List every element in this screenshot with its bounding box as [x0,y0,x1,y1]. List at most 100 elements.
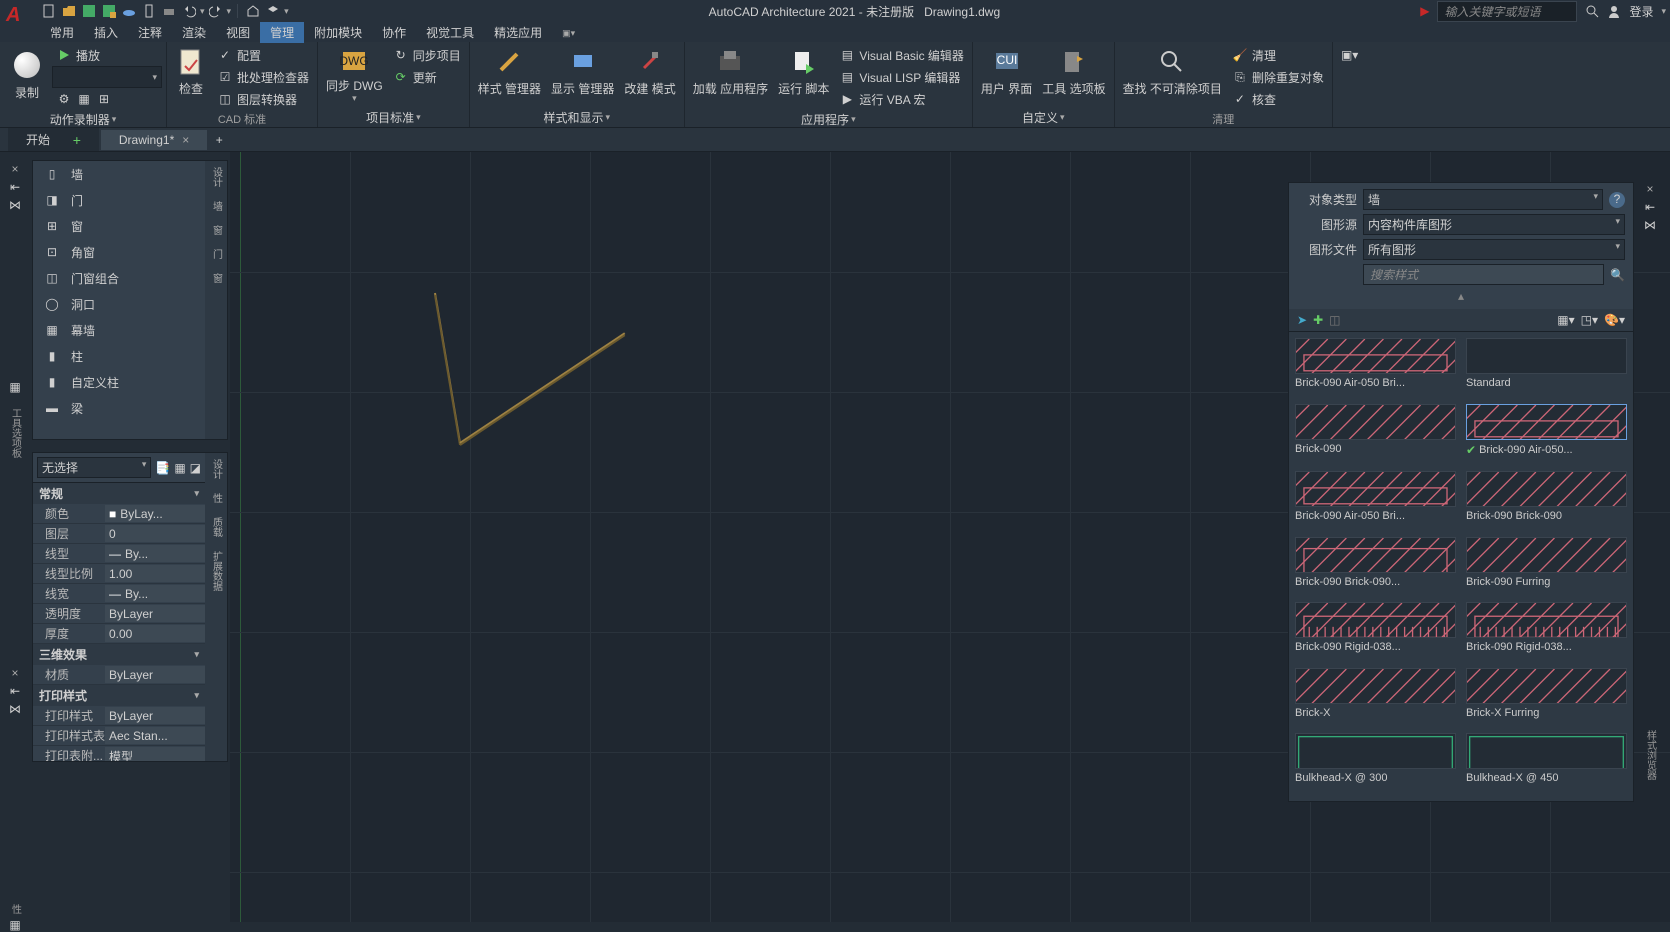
recorder-dropdown[interactable]: ▾ [52,66,162,88]
find-unpurgeable-button[interactable]: 查找 不可清除项目 [1119,44,1226,99]
update-button[interactable]: ⟳更新 [389,66,465,88]
style-item-0[interactable]: Brick-090 Air-050 Bri... [1295,338,1456,400]
new-tab-button[interactable]: + [209,133,229,147]
style-item-4[interactable]: Brick-090 Air-050 Bri... [1295,471,1456,533]
save-icon[interactable] [80,2,98,20]
record-button[interactable]: 录制 [4,44,50,103]
style-item-12[interactable]: Bulkhead-X @ 300 [1295,733,1456,795]
audit-button[interactable]: ✓核查 [1228,88,1328,110]
menu-9[interactable]: 精选应用 [484,22,552,43]
plotattach-value[interactable]: 模型 [105,747,205,761]
style-manager-button[interactable]: 样式 管理器 [474,44,545,99]
tab-start[interactable]: 开始 + [8,128,99,151]
palette-item-9[interactable]: ▬梁 [33,395,205,421]
palette-tab-1[interactable]: 墙 [209,201,224,211]
prop-thick[interactable]: 0.00 [105,625,205,642]
close-icon[interactable]: × [182,133,189,147]
plotstyle-value[interactable]: ByLayer [105,707,205,724]
palette-pin-icon[interactable]: ⇤ [10,180,20,194]
run-script-button[interactable]: 运行 脚本 [774,44,833,99]
palette-item-8[interactable]: ▮自定义柱 [33,369,205,395]
menu-3[interactable]: 渲染 [172,22,216,43]
layer-translator-button[interactable]: ◫图层转换器 [213,88,313,110]
redo-dropdown[interactable]: ▾ [227,6,232,17]
style-item-8[interactable]: Brick-090 Rigid-038... [1295,602,1456,664]
rail-icon-2[interactable]: ▦ [9,918,20,932]
plottable-value[interactable]: Aec Stan... [105,727,205,744]
delete-dup-button[interactable]: ⎘删除重复对象 [1228,66,1328,88]
cloud-icon[interactable] [120,2,138,20]
group-general[interactable]: 常规▾ [33,483,205,504]
menu-6[interactable]: 附加模块 [304,22,372,43]
palette-item-6[interactable]: ▦幕墙 [33,317,205,343]
group-print[interactable]: 打印样式▾ [33,685,205,706]
search-input[interactable]: 输入关键字或短语 [1437,1,1577,22]
props-tab-0[interactable]: 设计 [209,459,224,479]
prop-lwt[interactable]: — By... [105,585,205,602]
color-icon[interactable]: 🎨▾ [1604,313,1625,327]
layer-icon[interactable] [264,2,282,20]
style-item-5[interactable]: Brick-090 Brick-090 [1466,471,1627,533]
new-icon[interactable] [40,2,58,20]
redo-icon[interactable] [207,2,225,20]
group-3d[interactable]: 三维效果▾ [33,644,205,665]
material-value[interactable]: ByLayer [105,666,205,683]
style-item-2[interactable]: Brick-090 [1295,404,1456,468]
style-search-input[interactable]: 搜索样式 [1363,264,1604,285]
props-close-icon[interactable]: × [11,666,18,680]
palette-item-0[interactable]: ▯墙 [33,161,205,187]
run-vba-button[interactable]: ▶运行 VBA 宏 [835,88,967,110]
drawing-source-select[interactable]: 内容构件库图形▾ [1363,214,1625,235]
props-tab-3[interactable]: 扩展数据 [209,551,224,591]
rec-opts[interactable]: ⚙▦⊞ [52,88,162,110]
print-icon[interactable] [160,2,178,20]
style-item-6[interactable]: Brick-090 Brick-090... [1295,537,1456,599]
object-icon[interactable]: ◪ [190,461,201,475]
style-item-10[interactable]: Brick-X [1295,668,1456,730]
help-icon[interactable]: ? [1609,192,1625,208]
saveas-icon[interactable] [100,2,118,20]
palette-item-5[interactable]: ◯洞口 [33,291,205,317]
props-anchor-icon[interactable]: ⋈ [9,702,21,716]
prop-layer[interactable]: 0 [105,525,205,542]
style-anchor-icon[interactable]: ⋈ [1644,218,1656,232]
style-item-13[interactable]: Bulkhead-X @ 450 [1466,733,1627,795]
select-similar-icon[interactable]: ▦ [174,461,185,475]
style-item-11[interactable]: Brick-X Furring [1466,668,1627,730]
style-pin-icon[interactable]: ⇤ [1645,200,1655,214]
undo-icon[interactable] [180,2,198,20]
drawing-file-select[interactable]: 所有图形▾ [1363,239,1625,260]
prop-trans[interactable]: ByLayer [105,605,205,622]
object-type-select[interactable]: 墙▾ [1363,189,1603,210]
prop-color[interactable]: ■ ByLay... [105,505,205,522]
wall-segment[interactable] [459,334,625,446]
menu-5[interactable]: 管理 [260,22,304,43]
share-icon[interactable] [244,2,262,20]
undo-dropdown[interactable]: ▾ [200,6,205,17]
purge-button[interactable]: 🧹清理 [1228,44,1328,66]
vb-editor-button[interactable]: ▤Visual Basic 编辑器 [835,44,967,66]
tab-drawing1[interactable]: Drawing1*× [101,130,207,150]
cube-view-icon[interactable]: ◳▾ [1581,313,1598,327]
search-icon[interactable]: 🔍 [1610,268,1625,282]
quickselect-icon[interactable]: 📑 [155,461,170,475]
user-icon[interactable] [1607,4,1621,18]
menu-2[interactable]: 注释 [128,22,172,43]
wall-segment[interactable] [434,295,461,445]
login-link[interactable]: 登录 [1629,3,1653,20]
prop-ltype[interactable]: — By... [105,545,205,562]
mobile-icon[interactable] [140,2,158,20]
palette-tab-4[interactable]: 窗 [209,273,224,283]
sync-dwg-button[interactable]: DWG同步 DWG▾ [322,44,387,106]
palette-anchor-icon[interactable]: ⋈ [9,198,21,212]
menu-4[interactable]: 视图 [216,22,260,43]
send-icon[interactable]: ➤ [1297,313,1307,327]
style-close-icon[interactable]: × [1646,182,1653,196]
palette-tab-3[interactable]: 门 [209,249,224,259]
props-tab-2[interactable]: 质载 [209,517,224,537]
style-item-1[interactable]: Standard [1466,338,1627,400]
hatch-icon[interactable]: ◫ [1329,313,1340,327]
search-icon[interactable] [1585,4,1599,18]
sync-project-button[interactable]: ↻同步项目 [389,44,465,66]
palette-close-icon[interactable]: × [11,162,18,176]
